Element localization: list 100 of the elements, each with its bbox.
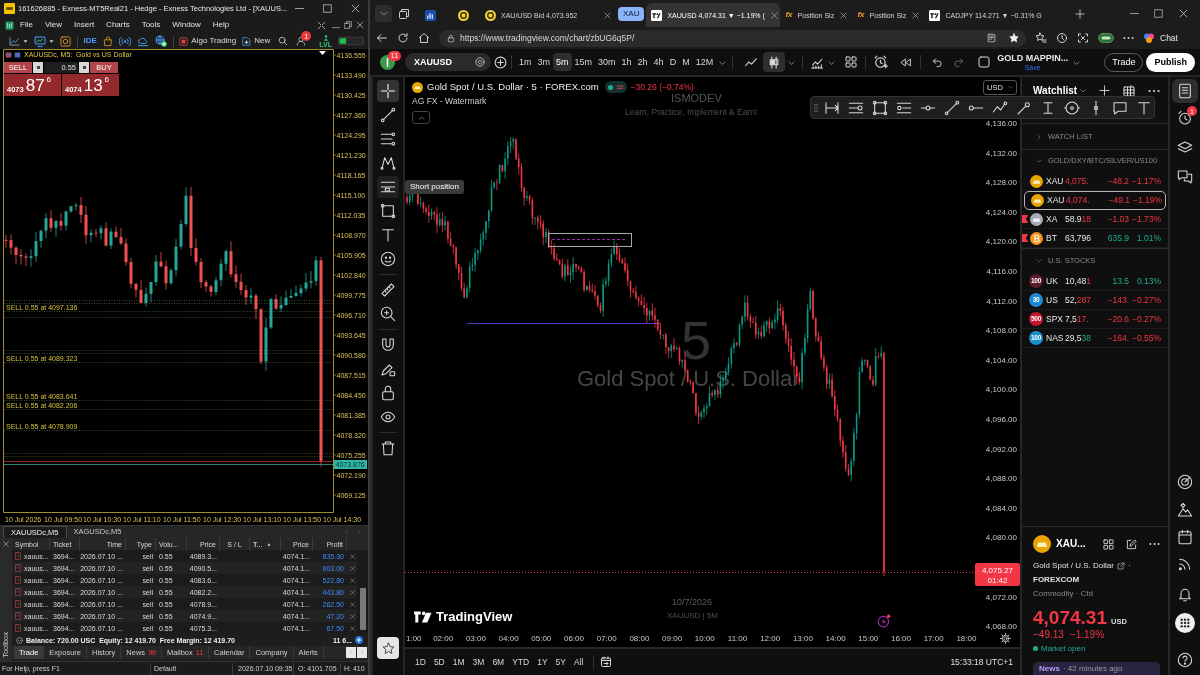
algo-trading-button[interactable]: Algo Trading (179, 36, 237, 46)
globe-plus-icon[interactable] (154, 35, 167, 47)
more-icon[interactable] (1149, 542, 1160, 546)
scrollbar-thumb[interactable] (359, 588, 366, 630)
expand-circle-icon[interactable] (16, 636, 23, 644)
signal-waves-icon[interactable] (118, 35, 131, 47)
ide-button[interactable]: IDE (83, 37, 97, 45)
drawing-tool-button[interactable] (377, 176, 399, 198)
i-beam-icon[interactable] (1040, 99, 1056, 116)
favorites-icon[interactable] (1035, 32, 1047, 44)
table-plus-icon[interactable] (1123, 84, 1135, 97)
interval-button[interactable]: 30m (595, 53, 619, 71)
range-button[interactable]: 5D (429, 653, 449, 671)
circle-dot-icon[interactable] (1064, 99, 1080, 116)
person-icon[interactable] (296, 36, 307, 46)
watchlist-row[interactable]: XAU 4,074. −49.1 −1.19% (1024, 191, 1166, 210)
close-icon[interactable] (349, 613, 355, 619)
market-status-pill[interactable] (604, 81, 627, 93)
grid-icon[interactable] (1103, 538, 1114, 550)
speech-bubble-icon[interactable] (1112, 99, 1128, 116)
sidebar-button[interactable] (1172, 79, 1198, 103)
chevron-down-icon[interactable] (1073, 59, 1081, 65)
range-button[interactable]: 1Y (533, 653, 552, 671)
chevron-down-icon[interactable] (828, 59, 836, 65)
close-icon[interactable] (349, 601, 355, 607)
more-icon[interactable] (1148, 88, 1160, 93)
search-icon[interactable] (278, 36, 289, 46)
interval-button[interactable]: M (679, 53, 693, 71)
settings-icon[interactable] (1000, 633, 1011, 644)
chevron-down-icon[interactable] (719, 59, 727, 65)
redo-icon[interactable] (953, 56, 966, 68)
volume-down-button[interactable] (33, 62, 43, 73)
calendar-arrow-icon[interactable] (600, 656, 613, 668)
watchlist-row[interactable]: XA 58.918 −1.03 −1.73% (1022, 210, 1168, 229)
workspaces-icon[interactable] (398, 7, 410, 20)
chevron-down-icon[interactable] (788, 59, 796, 65)
more-icon[interactable] (1123, 36, 1134, 40)
home-icon[interactable] (418, 32, 430, 44)
alarm-plus-icon[interactable] (874, 55, 889, 69)
sidebar-button[interactable] (1172, 611, 1198, 635)
interval-button[interactable]: 1m (516, 53, 535, 71)
menu-item[interactable]: Insert (72, 21, 97, 29)
interval-button[interactable]: 3m (534, 53, 554, 71)
news-bar[interactable]: News · 42 minutes ago (1033, 662, 1160, 675)
zigzag-icon[interactable] (992, 99, 1008, 116)
drawing-tool-button[interactable] (377, 80, 399, 102)
edit-icon[interactable] (1126, 538, 1137, 550)
menu-item[interactable]: Window (170, 21, 203, 29)
menu-item[interactable]: Charts (104, 21, 132, 29)
range-button[interactable]: All (570, 653, 588, 671)
refresh-icon[interactable] (397, 32, 409, 44)
flag-icon[interactable] (1022, 234, 1028, 242)
brush-icon[interactable] (1016, 99, 1032, 116)
range-button[interactable]: 1M (448, 653, 469, 671)
close-icon[interactable] (604, 11, 611, 19)
interval-button[interactable]: 4h (650, 53, 667, 71)
plus-icon[interactable] (1075, 8, 1086, 19)
extension-icon[interactable] (1098, 33, 1114, 43)
close-icon[interactable] (349, 565, 355, 571)
interval-button[interactable]: 5m (553, 53, 572, 71)
grid-icon[interactable] (845, 56, 858, 68)
address-bar[interactable]: https://www.tradingview.com/chart/zbUG6q5P/ (439, 29, 1026, 47)
caret-icon[interactable] (49, 39, 54, 43)
close-icon[interactable] (912, 11, 920, 19)
volume-up-button[interactable] (79, 62, 89, 73)
watchlist-row[interactable]: BT 63,796 635.9 1.01% (1022, 229, 1168, 248)
trend-line-icon[interactable] (944, 99, 960, 116)
caret-icon[interactable] (23, 39, 28, 43)
add-circle-icon[interactable] (494, 55, 507, 69)
clock-text[interactable]: 15:33:18 UTC+1 (950, 657, 1013, 667)
tab-list-button[interactable] (375, 5, 392, 22)
menu-item[interactable]: Help (210, 21, 232, 29)
favorites-button[interactable] (377, 637, 399, 659)
close-icon[interactable] (349, 625, 355, 631)
close-icon[interactable] (349, 553, 355, 559)
interval-button[interactable]: 1h (618, 53, 635, 71)
lightning-icon[interactable] (877, 614, 891, 628)
external-link-icon[interactable] (1116, 561, 1125, 570)
menu-item[interactable]: Tools (139, 21, 163, 29)
range-button[interactable]: 3M (468, 653, 489, 671)
new-order-button[interactable]: New (242, 35, 271, 47)
reader-icon[interactable] (987, 33, 996, 43)
close-icon[interactable] (349, 589, 355, 595)
rectangle-nodes-icon[interactable] (872, 99, 888, 116)
expand-arrows-icon[interactable] (317, 20, 326, 30)
watchlist-row[interactable]: XAU 4,075. −48.2 −1.17% (1022, 172, 1168, 191)
close-icon[interactable] (3, 541, 9, 547)
chat-button[interactable]: Chat (1143, 32, 1178, 44)
interval-button[interactable]: D (666, 53, 680, 71)
chart-type-button[interactable] (763, 52, 786, 72)
drag-handle-icon[interactable] (814, 102, 818, 113)
range-arrow-icon[interactable] (824, 99, 840, 116)
interval-button[interactable]: 2h (634, 53, 651, 71)
close-icon[interactable] (356, 21, 364, 29)
publish-button[interactable]: Publish (1146, 52, 1195, 72)
square-icon[interactable] (978, 56, 991, 68)
menu-item[interactable]: View (42, 21, 65, 29)
shopping-bag-icon[interactable] (102, 35, 113, 47)
close-icon[interactable] (351, 4, 360, 13)
text-tool-icon[interactable] (1136, 99, 1152, 116)
